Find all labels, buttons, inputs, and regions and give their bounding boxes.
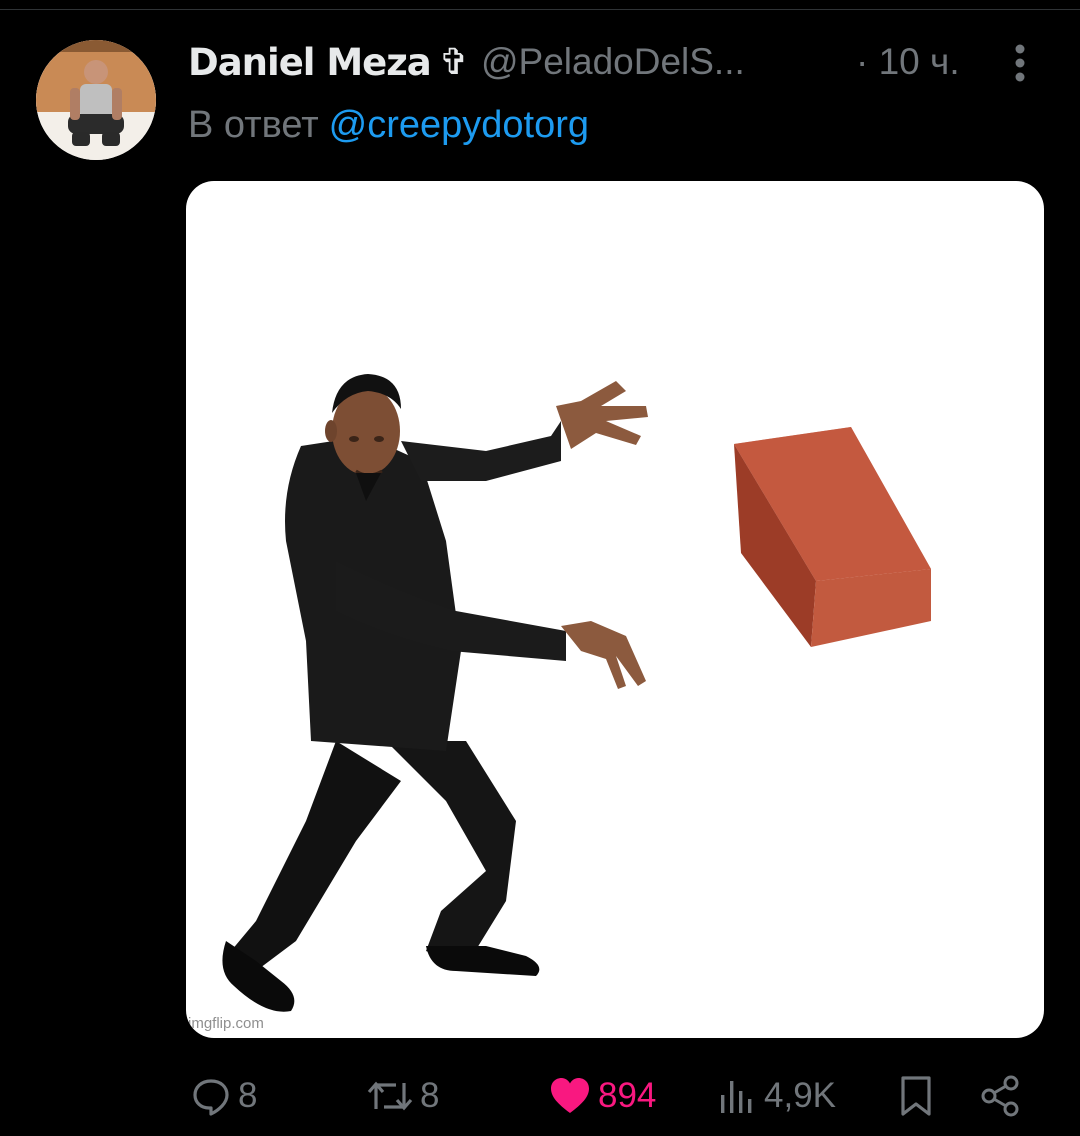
- repost-icon: [366, 1075, 414, 1117]
- avatar-photo-icon: [36, 40, 156, 160]
- reply-icon: [190, 1075, 232, 1117]
- cross-badge: ✞: [438, 41, 469, 82]
- more-options-icon[interactable]: [1006, 42, 1034, 84]
- reply-context: В ответ @creepydotorg: [188, 98, 589, 152]
- reply-button[interactable]: 8: [190, 1068, 257, 1124]
- tweet-time[interactable]: · 10 ч.: [856, 36, 960, 88]
- views-count: 4,9K: [764, 1076, 836, 1115]
- like-button[interactable]: 894: [548, 1068, 656, 1124]
- author-handle[interactable]: @PeladoDelS...: [481, 41, 745, 83]
- top-divider: [0, 9, 1080, 10]
- author-row: Daniel Meza ✞ @PeladoDelS...: [188, 36, 745, 88]
- man-in-suit-figure: [222, 374, 648, 1012]
- imgflip-watermark: imgflip.com: [188, 1015, 264, 1032]
- bookmark-button[interactable]: [898, 1068, 934, 1124]
- display-name[interactable]: Daniel Meza: [188, 41, 432, 84]
- reply-count: 8: [238, 1076, 258, 1115]
- heart-filled-icon: [548, 1075, 592, 1117]
- bookmark-icon: [898, 1074, 934, 1118]
- share-icon: [978, 1074, 1022, 1118]
- share-button[interactable]: [978, 1068, 1022, 1124]
- like-count: 894: [598, 1076, 657, 1115]
- repost-button[interactable]: 8: [366, 1068, 439, 1124]
- brick-image: [734, 427, 931, 647]
- views-button[interactable]: 4,9K: [718, 1068, 836, 1124]
- avatar[interactable]: [36, 40, 156, 160]
- reply-mention-link[interactable]: @creepydotorg: [329, 104, 589, 147]
- repost-count: 8: [420, 1076, 440, 1115]
- views-chart-icon: [718, 1075, 758, 1117]
- meme-image: [222, 374, 931, 1012]
- action-bar: 8 8 894 4,9K: [0, 1068, 1080, 1124]
- tweet-media[interactable]: imgflip.com: [186, 181, 1044, 1038]
- reply-prefix: В ответ: [188, 103, 319, 146]
